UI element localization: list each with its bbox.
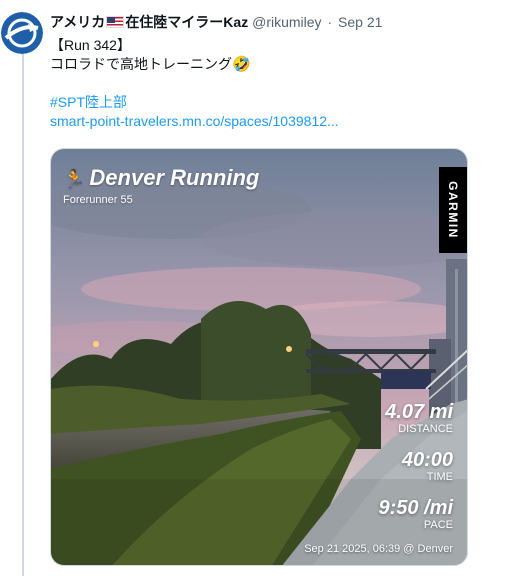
- tweet-line-1: 【Run 342】: [50, 37, 131, 53]
- display-name-prefix: アメリカ: [50, 14, 106, 30]
- tweet-text: 【Run 342】 コロラドで高地トレーニング🤣 #SPT陸上部 smart-p…: [50, 36, 490, 131]
- tweet-line-2-text: コロラドで高地トレーニング: [50, 56, 232, 72]
- time-label: TIME: [426, 471, 453, 483]
- separator-dot: ·: [327, 14, 333, 30]
- garmin-logo: GARMIN: [439, 167, 467, 253]
- activity-title: 🏃 Denver Running: [63, 165, 259, 191]
- thread-line: [22, 52, 24, 576]
- url-link[interactable]: smart-point-travelers.mn.co/spaces/10398…: [50, 112, 490, 131]
- distance-label: DISTANCE: [398, 423, 453, 435]
- user-handle[interactable]: @rikumiley: [252, 14, 321, 30]
- time-stat: 40:00 TIME: [402, 449, 453, 484]
- device-name: Forerunner 55: [63, 194, 133, 206]
- hashtag-link[interactable]: #SPT陸上部: [50, 93, 490, 112]
- activity-title-text: Denver Running: [89, 165, 260, 190]
- display-name[interactable]: アメリカ 在住陸マイラーKaz: [50, 14, 248, 30]
- media-card[interactable]: 🏃 Denver Running Forerunner 55 GARMIN 4.0…: [50, 148, 468, 566]
- time-value: 40:00: [401, 449, 453, 471]
- distance-value: 4.07 mi: [385, 401, 453, 423]
- display-name-suffix: 在住陸マイラーKaz: [125, 14, 249, 30]
- runner-icon: 🏃: [63, 169, 86, 189]
- avatar-logo-icon: [1, 12, 43, 54]
- garmin-logo-text: GARMIN: [446, 181, 460, 239]
- pace-value: 9:50 /mi: [378, 497, 453, 519]
- tweet-header: アメリカ 在住陸マイラーKaz @rikumiley · Sep 21: [50, 13, 382, 31]
- pace-stat: 9:50 /mi PACE: [379, 497, 453, 532]
- pace-label: PACE: [423, 519, 453, 531]
- activity-timestamp: Sep 21 2025, 06:39 @ Denver: [304, 543, 453, 555]
- tweet-date[interactable]: Sep 21: [338, 14, 382, 30]
- avatar[interactable]: [1, 12, 43, 54]
- rofl-emoji-icon: 🤣: [232, 56, 251, 73]
- distance-stat: 4.07 mi DISTANCE: [385, 401, 453, 436]
- us-flag-icon: [106, 16, 125, 28]
- tweet-line-2: コロラドで高地トレーニング🤣: [50, 55, 490, 74]
